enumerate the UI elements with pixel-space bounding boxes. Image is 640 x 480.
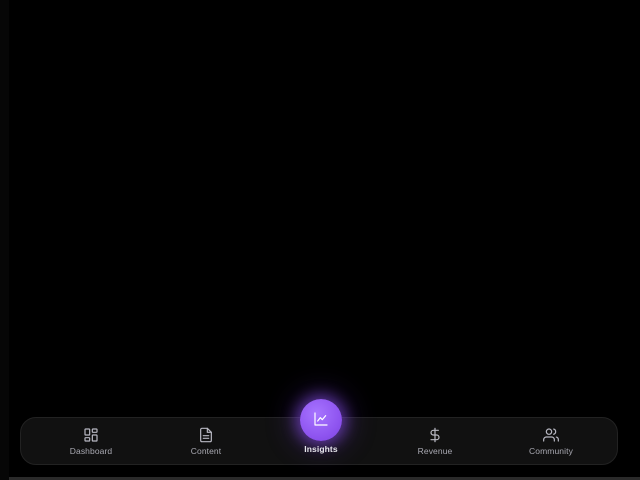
insights-fab-button[interactable] [300,399,342,441]
nav-label-insights: Insights [304,444,338,454]
nav-item-community[interactable]: Community [501,418,601,466]
app-screen: Dashboard Content Insights Revenue Commu… [0,0,640,480]
nav-label-community: Community [529,446,573,456]
nav-item-insights[interactable]: Insights [271,399,371,466]
nav-label-dashboard: Dashboard [69,446,113,456]
bottom-navigation-bar: Dashboard Content Insights Revenue Commu… [20,399,618,466]
nav-label-revenue: Revenue [417,446,453,456]
document-icon [198,427,214,443]
dollar-icon [427,427,443,443]
left-edge-strip [0,0,9,480]
nav-item-dashboard[interactable]: Dashboard [41,418,141,466]
nav-label-content: Content [190,446,222,456]
nav-item-content[interactable]: Content [156,418,256,466]
grid-icon [83,427,99,443]
line-chart-icon [313,411,329,427]
nav-item-revenue[interactable]: Revenue [385,418,485,466]
users-icon [543,427,559,443]
